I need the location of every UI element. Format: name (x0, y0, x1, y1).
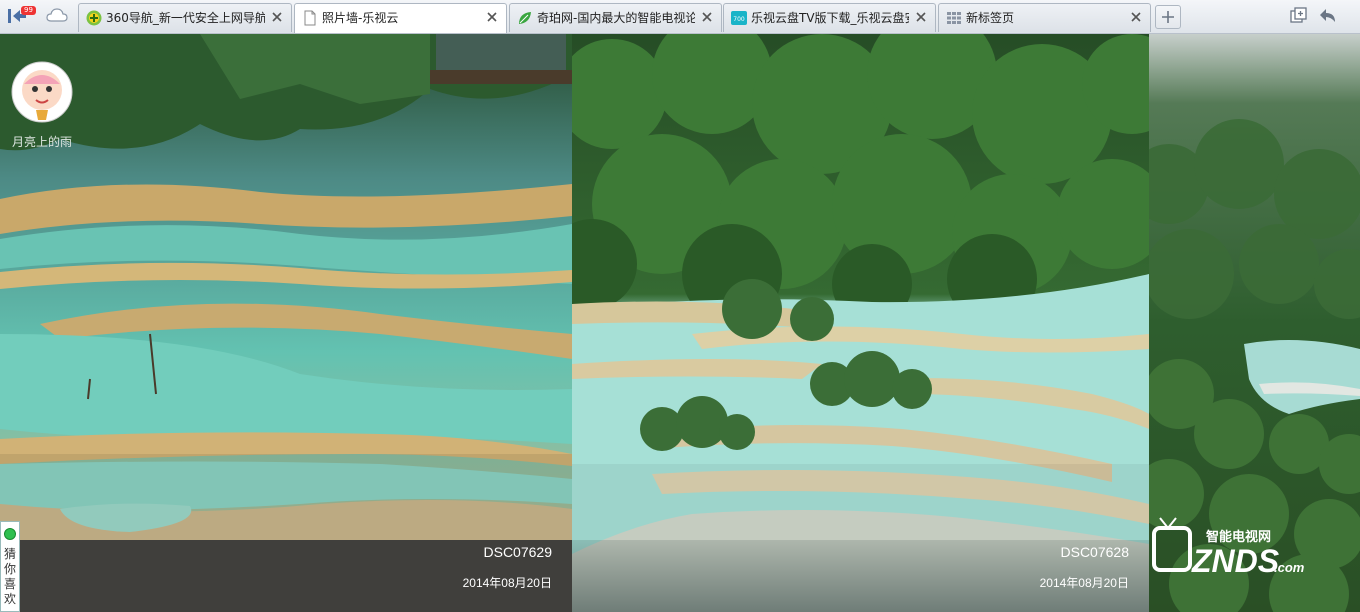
tab-title: 360导航_新一代安全上网导航 (106, 11, 265, 25)
svg-text:700: 700 (733, 16, 745, 23)
photo-card-1[interactable]: DSC07629 2014年08月20日 (0, 34, 572, 612)
close-icon[interactable] (1128, 9, 1144, 25)
green-dot-icon (4, 528, 16, 540)
close-icon[interactable] (484, 9, 500, 25)
photo-caption-2: DSC07628 2014年08月20日 (572, 540, 1149, 612)
guess-you-like-label: 猜 你 喜 欢 (3, 547, 16, 606)
tab-qipo[interactable]: 奇珀网-国内最大的智能电视论 (509, 3, 722, 32)
new-tab-button[interactable] (1155, 5, 1181, 29)
photo-image-1[interactable] (0, 34, 572, 612)
user-profile[interactable] (10, 60, 80, 128)
sidebar-toggle-icon[interactable]: 99 (6, 5, 36, 27)
mail-badge: 99 (21, 6, 36, 15)
360-logo-icon (86, 10, 102, 26)
photo-title: DSC07628 (1060, 544, 1130, 560)
tab-title: 乐视云盘TV版下载_乐视云盘安 (751, 11, 909, 25)
user-name[interactable]: 月亮上的雨 (12, 133, 72, 150)
qipo-leaf-icon (517, 10, 533, 26)
tab-new-tab[interactable]: 新标签页 (938, 3, 1151, 32)
watermark-suffix-text: .com (1274, 560, 1305, 575)
znds-watermark: 智能电视网 ZNDS .com (1148, 512, 1318, 582)
close-icon[interactable] (699, 9, 715, 25)
tab-360-navigation[interactable]: 360导航_新一代安全上网导航 (78, 3, 292, 32)
avatar[interactable] (10, 61, 74, 128)
tab-title: 奇珀网-国内最大的智能电视论 (537, 11, 695, 25)
watermark-main-text: ZNDS (1191, 543, 1280, 579)
browser-tab-bar: 99 360导航_新一代安全上网导航 照片墙-乐视云 奇珀网-国内最大的智能电视… (0, 0, 1360, 34)
tab-title: 新标签页 (966, 11, 1015, 25)
photo-date: 2014年08月20日 (1039, 576, 1129, 590)
tab-title: 照片墙-乐视云 (322, 11, 399, 25)
page-icon (302, 10, 318, 26)
photo-image-2[interactable] (572, 34, 1149, 612)
tv-logo-icon: 智能电视网 ZNDS .com (1152, 517, 1305, 579)
guess-you-like-panel[interactable]: 猜 你 喜 欢 (0, 521, 20, 612)
znds-700-icon: 700 (731, 10, 747, 26)
photo-card-2[interactable]: DSC07628 2014年08月20日 (572, 34, 1149, 612)
photo-date: 2014年08月20日 (462, 576, 552, 590)
tab-photo-wall[interactable]: 照片墙-乐视云 (294, 3, 507, 33)
plus-icon (1156, 11, 1180, 32)
tab-letv-cloud-download[interactable]: 700 乐视云盘TV版下载_乐视云盘安 (723, 3, 936, 32)
close-icon[interactable] (269, 9, 285, 25)
photo-title: DSC07629 (483, 544, 553, 560)
restore-window-icon[interactable] (1287, 5, 1311, 27)
photo-caption-1: DSC07629 2014年08月20日 (0, 540, 572, 612)
undo-close-icon[interactable] (1315, 5, 1339, 27)
close-icon[interactable] (913, 9, 929, 25)
grid-icon (946, 10, 962, 26)
cloud-icon[interactable] (45, 5, 69, 27)
